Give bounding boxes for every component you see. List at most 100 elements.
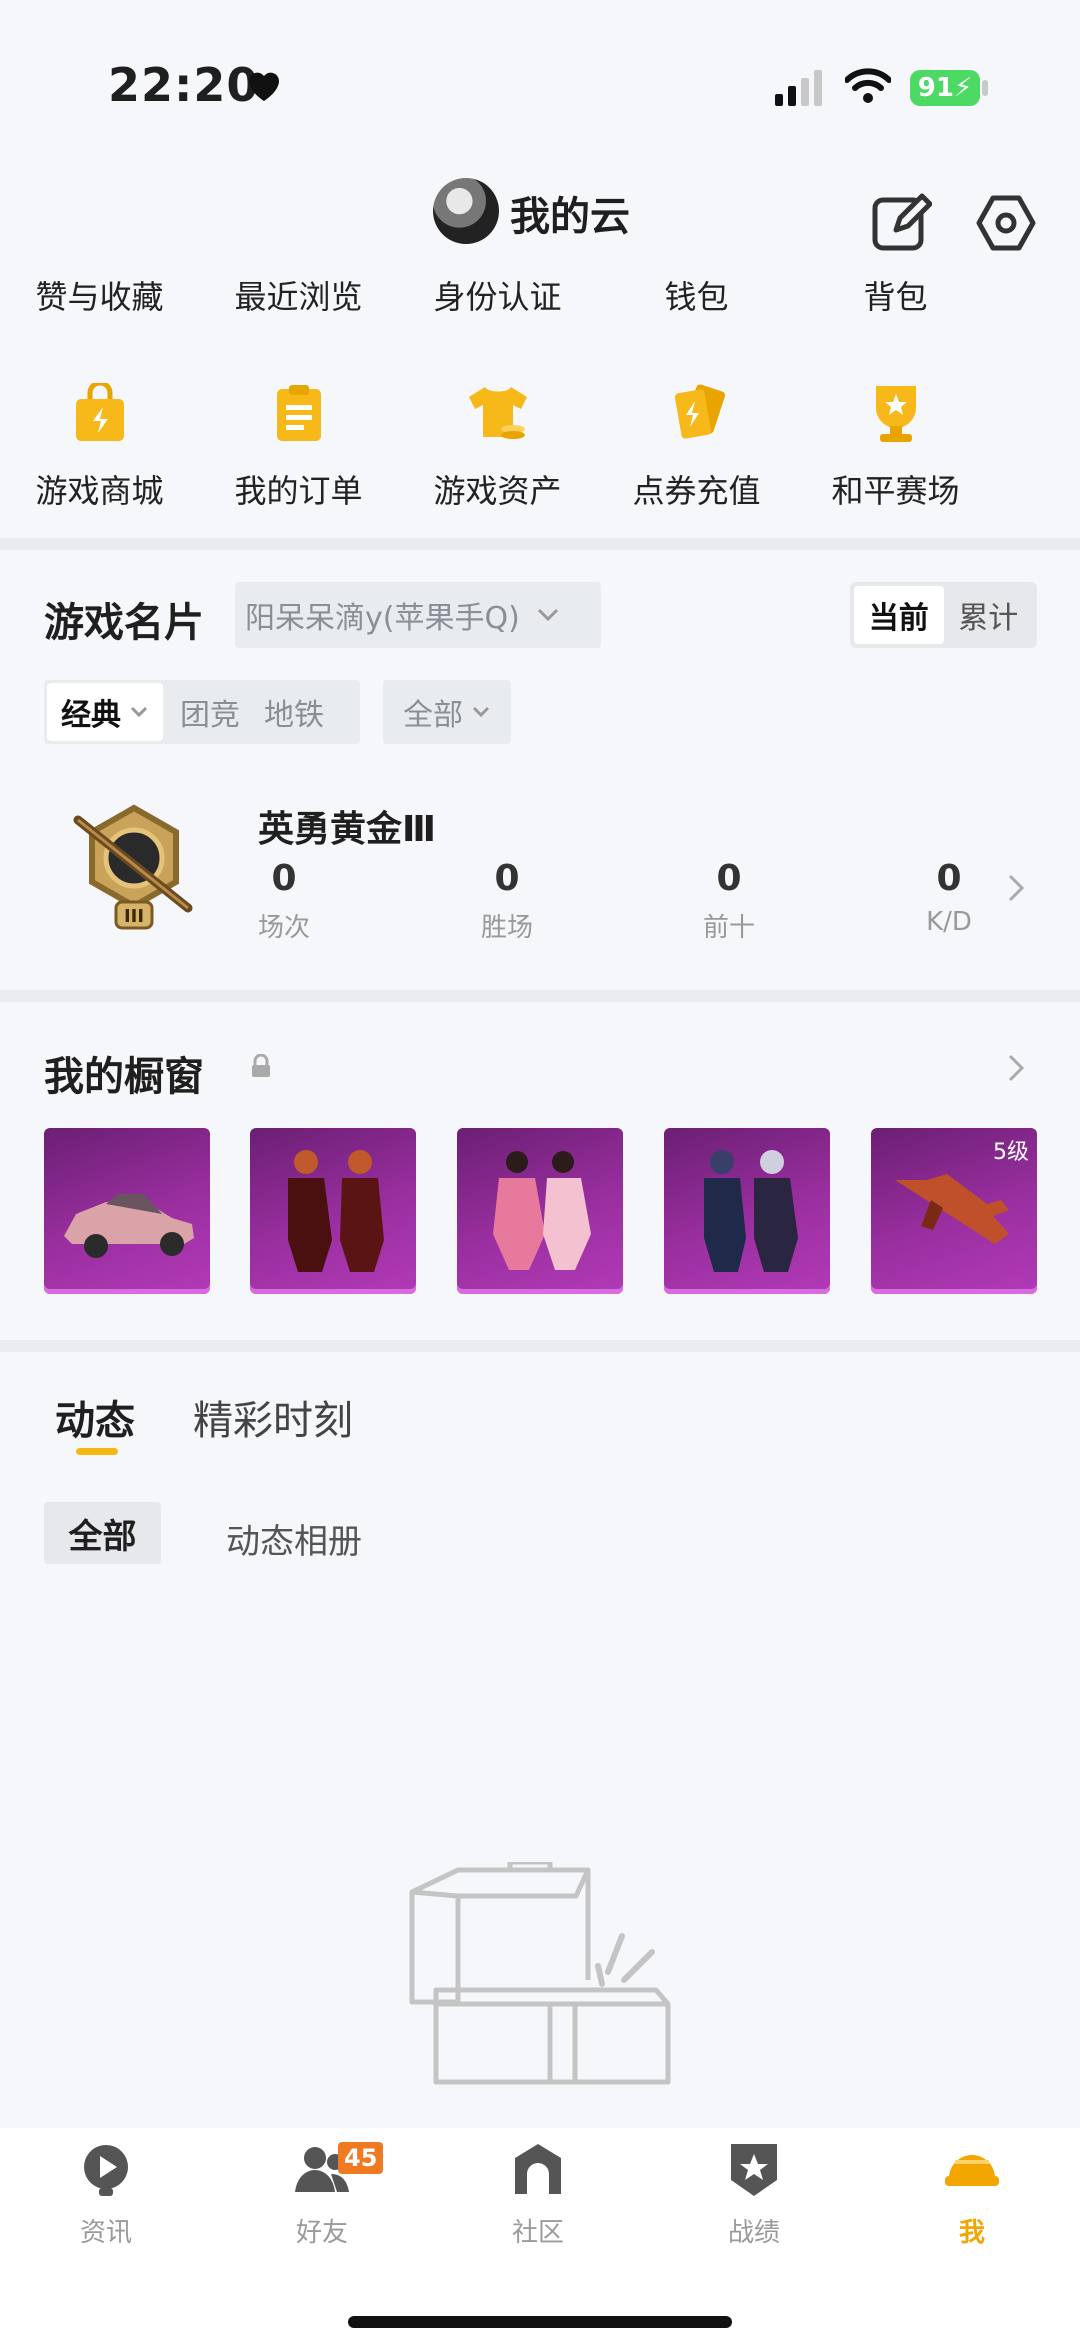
service-row: 游戏商城 我的订单 游戏资产 点券充值 和平赛场 [0,380,1080,512]
mode-classic-label: 经典 [61,698,121,733]
chevron-right-icon[interactable] [1006,872,1026,904]
service-label: 游戏资产 [433,472,562,510]
nav-label: 我 [958,2218,985,2248]
service-arena[interactable]: 和平赛场 [796,380,995,512]
friends-badge: 45 [338,2142,384,2174]
nav-label: 社区 [511,2218,564,2248]
period-toggle: 当前 累计 [850,582,1037,648]
profile-name[interactable]: 我的云 [510,184,630,242]
stat-kd: 0 K/D [889,858,1009,937]
nav-label: 资讯 [79,2218,132,2248]
chip-all[interactable]: 全部 [44,1502,161,1564]
stat-label: 胜场 [480,913,533,943]
coupon-cards-icon [664,380,730,446]
clipboard-icon [266,380,332,446]
chevron-down-icon [472,706,490,718]
avatar[interactable] [433,178,499,244]
stat-value: 0 [716,858,742,899]
stat-value: 0 [936,858,962,899]
news-play-icon [84,2145,128,2196]
section-divider [0,538,1080,550]
stat-label: K/D [926,907,972,937]
nav-news[interactable]: 资讯 [46,2140,166,2249]
showcase-item[interactable]: 5级 [871,1128,1037,1294]
stat-label: 场次 [257,913,310,943]
chip-album[interactable]: 动态相册 [226,1514,362,1563]
nav-records[interactable]: 战绩 [694,2140,814,2249]
mode-classic[interactable]: 经典 [47,683,163,741]
showcase-item[interactable] [44,1128,210,1294]
service-orders[interactable]: 我的订单 [199,380,398,512]
quick-link-wallet[interactable]: 钱包 [597,272,796,318]
outfit-icon [493,1151,591,1270]
item-level: 5级 [993,1140,1029,1165]
service-assets[interactable]: 游戏资产 [398,380,597,512]
stat-matches: 0 场次 [224,858,344,944]
section-divider [0,990,1080,1002]
shopping-bag-icon [67,380,133,446]
rank-name: 英勇黄金Ⅲ [258,809,437,850]
tab-indicator [76,1448,118,1455]
showcase-item[interactable] [457,1128,623,1294]
nav-label: 战绩 [727,2218,780,2248]
nav-label: 好友 [295,2218,348,2248]
filter-all-label: 全部 [403,698,463,733]
service-mall[interactable]: 游戏商城 [0,380,199,512]
tab-highlights[interactable]: 精彩时刻 [193,1388,353,1446]
community-house-icon [515,2144,561,2194]
battery-tip [982,80,988,96]
quick-link-history[interactable]: 最近浏览 [199,272,398,318]
heart-icon [249,72,279,101]
toggle-total[interactable]: 累计 [944,586,1034,644]
stat-value: 0 [271,858,297,899]
showcase-item[interactable] [250,1128,416,1294]
records-shield-icon [731,2144,777,2196]
car-icon [64,1194,194,1258]
signal-icon [775,70,822,106]
filter-all[interactable]: 全部 [383,680,511,744]
stat-value: 0 [494,858,520,899]
mode-selector: 经典 团竞 地铁 [44,680,360,744]
quick-links: 赞与收藏 最近浏览 身份认证 钱包 背包 [0,272,1080,318]
nav-community[interactable]: 社区 [478,2140,598,2249]
chevron-down-icon [537,608,558,622]
game-card-title: 游戏名片 [44,600,204,646]
account-name: 阳呆呆滴y(苹果手Q) [245,601,520,636]
section-divider [0,1340,1080,1352]
svg-text:III: III [124,906,144,927]
service-topup[interactable]: 点券充值 [597,380,796,512]
service-label: 点券充值 [632,472,761,510]
outfit-icon [288,1150,384,1272]
nav-me[interactable]: 我 [912,2140,1032,2249]
tshirt-icon [465,380,531,446]
mode-team[interactable]: 团竞 [166,680,254,744]
stat-wins: 0 胜场 [447,858,567,944]
outfit-icon [704,1150,798,1272]
home-indicator [348,2316,732,2328]
lock-icon [252,1054,270,1077]
toggle-current[interactable]: 当前 [854,586,944,644]
account-selector[interactable]: 阳呆呆滴y(苹果手Q) [235,582,601,648]
quick-link-verify[interactable]: 身份认证 [398,272,597,318]
battery-indicator: 91 ⚡ [910,70,980,106]
mode-metro[interactable]: 地铁 [254,680,334,744]
service-label: 我的订单 [234,472,363,510]
helmet-icon [945,2155,999,2186]
showcase-item[interactable] [664,1128,830,1294]
trophy-icon [863,380,929,446]
showcase-title: 我的橱窗 [44,1054,204,1100]
wifi-icon [845,68,891,103]
edit-icon[interactable] [870,192,932,254]
stat-label: 前十 [702,913,755,943]
tab-moments[interactable]: 动态 [55,1388,135,1446]
settings-hexagon-icon[interactable] [975,192,1037,254]
quick-link-likes[interactable]: 赞与收藏 [0,272,199,318]
service-label: 和平赛场 [831,472,960,510]
chevron-right-icon[interactable] [1006,1052,1026,1084]
service-label: 游戏商城 [35,472,164,510]
empty-box-icon [409,1862,671,2085]
stat-top10: 0 前十 [669,858,789,944]
chevron-down-icon [130,706,148,718]
status-time: 22:20 [108,58,260,112]
quick-link-backpack[interactable]: 背包 [796,272,995,318]
